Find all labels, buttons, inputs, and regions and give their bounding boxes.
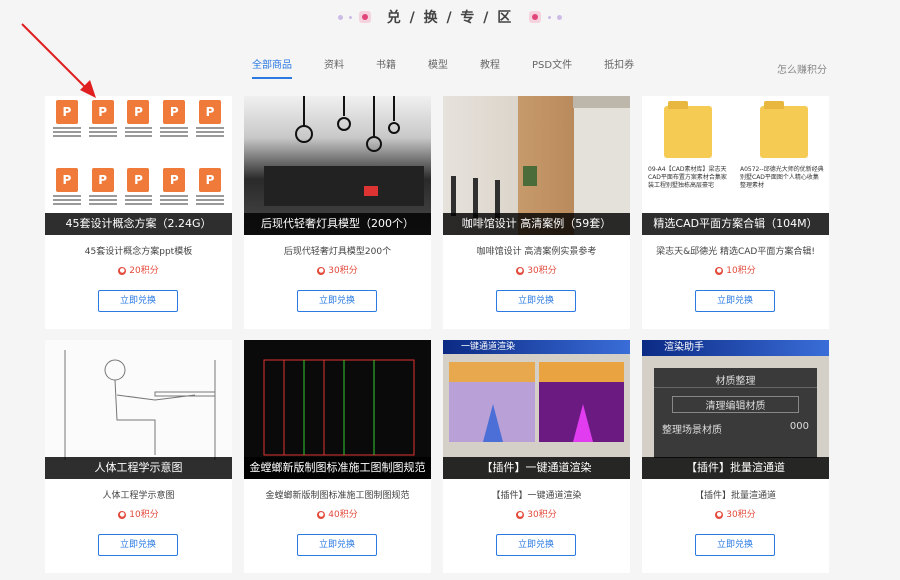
- product-thumbnail: 09-A4【CAD素材库】梁志天CAD平面布置方案素材合集家装工程别墅独栋高层豪…: [642, 96, 829, 235]
- product-thumbnail: 金螳螂新版制图标准施工图制图规范: [244, 340, 431, 479]
- product-card[interactable]: 人体工程学示意图 人体工程学示意图 ● 10积分 立即兑换: [45, 340, 232, 573]
- folder-icon: [760, 101, 808, 158]
- redeem-button[interactable]: 立即兑换: [695, 290, 775, 312]
- redeem-button[interactable]: 立即兑换: [496, 534, 576, 556]
- how-to-earn-link[interactable]: 怎么赚积分: [777, 61, 827, 76]
- product-name: 咖啡馆设计 高清案例实景参考: [476, 247, 597, 257]
- product-thumbnail: 人体工程学示意图: [45, 340, 232, 479]
- product-points: ● 30积分: [516, 266, 557, 276]
- product-name: 梁志天&邱德光 精选CAD平面方案合辑!: [656, 247, 815, 257]
- product-points: ● 10积分: [715, 266, 756, 276]
- redeem-button[interactable]: 立即兑换: [695, 534, 775, 556]
- points-icon: ●: [118, 266, 127, 275]
- product-card[interactable]: 一键通道渲染 【插件】一键通道渲染 【插件】一键通道渲染 ● 30积分 立即兑换: [443, 340, 630, 573]
- product-thumbnail: 后现代轻奢灯具模型（200个）: [244, 96, 431, 235]
- product-points: ● 20积分: [118, 266, 159, 276]
- product-points: ● 30积分: [715, 510, 756, 520]
- product-name: 45套设计概念方案ppt模板: [84, 247, 193, 257]
- ppt-file-icon: P: [194, 100, 226, 164]
- product-name: 人体工程学示意图: [102, 491, 175, 501]
- tab-models[interactable]: 模型: [428, 56, 448, 79]
- tab-vouchers[interactable]: 抵扣券: [604, 56, 634, 79]
- product-name: 后现代轻奢灯具模型200个: [283, 247, 392, 257]
- redeem-button[interactable]: 立即兑换: [297, 290, 377, 312]
- product-thumbnail: 咖啡馆设计 高清案例（59套）: [443, 96, 630, 235]
- thumbnail-caption: 金螳螂新版制图标准施工图制图规范: [244, 457, 431, 479]
- decor-dot: [557, 14, 563, 20]
- points-icon: ●: [516, 266, 525, 275]
- tab-materials[interactable]: 资料: [324, 56, 344, 79]
- category-tabs: 全部商品 资料 书籍 模型 教程 PSD文件 抵扣券: [252, 56, 666, 79]
- decor-dot: [348, 15, 352, 19]
- product-name: 金螳螂新版制图标准施工图制图规范: [265, 491, 410, 501]
- tab-tutorials[interactable]: 教程: [480, 56, 500, 79]
- points-icon: ●: [715, 266, 724, 275]
- thumbnail-caption: 咖啡馆设计 高清案例（59套）: [443, 213, 630, 235]
- redeem-button[interactable]: 立即兑换: [98, 290, 178, 312]
- product-points: ● 30积分: [516, 510, 557, 520]
- product-name: 【插件】批量渲通道: [694, 491, 776, 501]
- product-points: ● 10积分: [118, 510, 159, 520]
- redeem-button[interactable]: 立即兑换: [496, 290, 576, 312]
- tab-books[interactable]: 书籍: [376, 56, 396, 79]
- folder-label: A0572--邱德光大师的优新经典别墅CAD平面图个人精心收集整理素材: [740, 166, 824, 189]
- product-name: 【插件】一键通道渲染: [491, 491, 582, 501]
- hexagon-icon: [358, 11, 371, 23]
- points-icon: ●: [317, 266, 326, 275]
- product-card[interactable]: 09-A4【CAD素材库】梁志天CAD平面布置方案素材合集家装工程别墅独栋高层豪…: [642, 96, 829, 329]
- tab-psd[interactable]: PSD文件: [532, 56, 572, 79]
- redeem-button[interactable]: 立即兑换: [297, 534, 377, 556]
- annotation-arrow: [21, 23, 96, 98]
- folder-icon: [664, 101, 712, 158]
- plugin-window-title: 一键通道渲染: [443, 340, 630, 354]
- product-card[interactable]: 金螳螂新版制图标准施工图制图规范 金螳螂新版制图标准施工图制图规范 ● 40积分 …: [244, 340, 431, 573]
- plugin-window-title: 渲染助手: [642, 340, 829, 356]
- thumbnail-caption: 人体工程学示意图: [45, 457, 232, 479]
- product-card[interactable]: P P P P P P P P P P 45套设计概念方案（2.24G） 45套…: [45, 96, 232, 329]
- points-icon: ●: [715, 510, 724, 519]
- points-icon: ●: [317, 510, 326, 519]
- plugin-panel: 材质整理 清理编辑材质 整理场景材质 000: [654, 368, 817, 458]
- points-icon: ●: [118, 510, 127, 519]
- product-points: ● 40积分: [317, 510, 358, 520]
- hexagon-icon: [529, 11, 542, 23]
- product-points: ● 30积分: [317, 266, 358, 276]
- thumbnail-caption: 后现代轻奢灯具模型（200个）: [244, 213, 431, 235]
- decor-dot: [337, 14, 343, 20]
- product-thumbnail: 渲染助手 材质整理 清理编辑材质 整理场景材质 000 【插件】批量渲通道: [642, 340, 829, 479]
- thumbnail-caption: 【插件】一键通道渲染: [443, 457, 630, 479]
- section-title: 兑 / 换 / 专 / 区: [386, 10, 514, 26]
- thumbnail-caption: 45套设计概念方案（2.24G）: [45, 213, 232, 235]
- thumbnail-caption: 精选CAD平面方案合辑（104M）: [642, 213, 829, 235]
- folder-label: 09-A4【CAD素材库】梁志天CAD平面布置方案素材合集家装工程别墅独栋高层豪…: [648, 166, 727, 189]
- ppt-file-icon: P: [158, 100, 190, 164]
- product-card[interactable]: 渲染助手 材质整理 清理编辑材质 整理场景材质 000 【插件】批量渲通道 【插件…: [642, 340, 829, 573]
- redeem-button[interactable]: 立即兑换: [98, 534, 178, 556]
- product-thumbnail: 一键通道渲染 【插件】一键通道渲染: [443, 340, 630, 479]
- decor-dot: [548, 15, 552, 19]
- product-card[interactable]: 咖啡馆设计 高清案例（59套） 咖啡馆设计 高清案例实景参考 ● 30积分 立即兑…: [443, 96, 630, 329]
- tab-all[interactable]: 全部商品: [252, 56, 292, 79]
- product-card[interactable]: 后现代轻奢灯具模型（200个） 后现代轻奢灯具模型200个 ● 30积分 立即兑换: [244, 96, 431, 329]
- thumbnail-caption: 【插件】批量渲通道: [642, 457, 829, 479]
- points-icon: ●: [516, 510, 525, 519]
